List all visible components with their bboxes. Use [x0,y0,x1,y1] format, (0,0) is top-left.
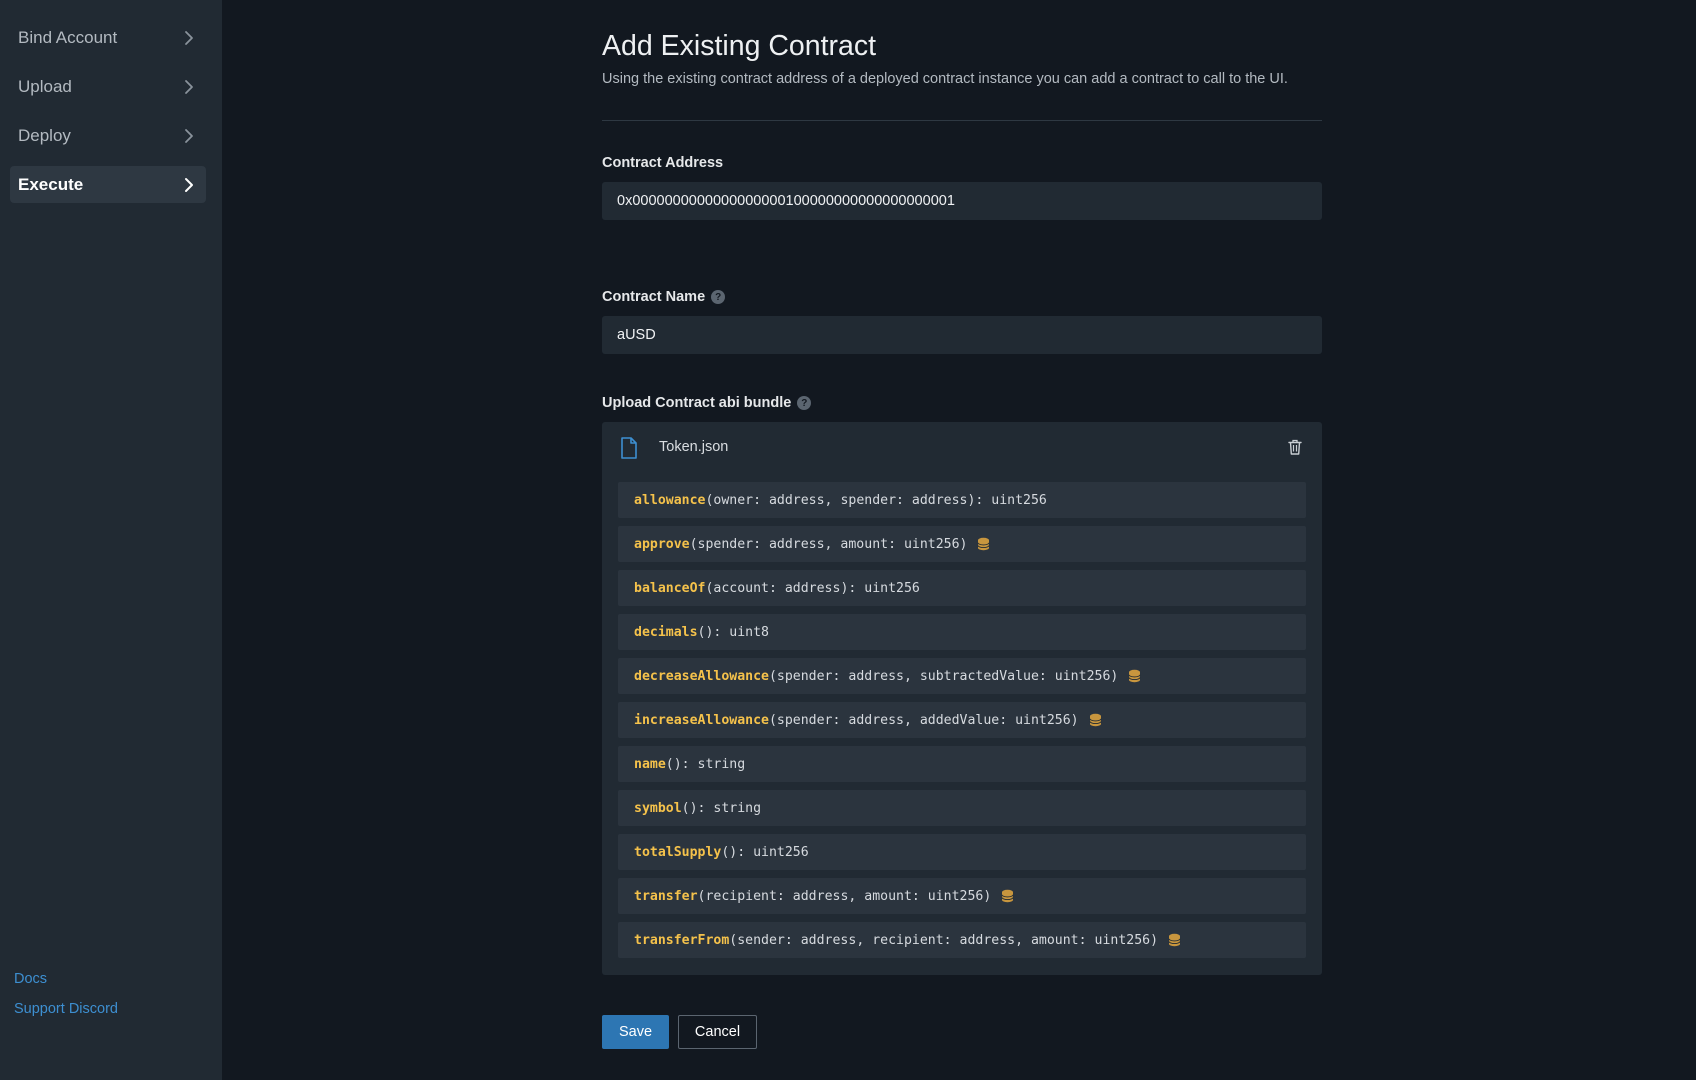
contract-address-input[interactable] [602,182,1322,220]
function-name: decimals [634,624,698,640]
sidebar-item-label: Upload [18,76,72,96]
function-row-balance-of[interactable]: balanceOf (account: address): uint256 [618,570,1306,606]
sidebar-item-bind-account[interactable]: Bind Account [10,19,206,56]
function-row-transfer[interactable]: transfer (recipient: address, amount: uin… [618,878,1306,914]
function-signature: (): string [665,756,746,772]
function-row-total-supply[interactable]: totalSupply (): uint256 [618,834,1306,870]
function-name: name [634,756,666,772]
function-row-approve[interactable]: approve (spender: address, amount: uint25… [618,526,1306,562]
function-signature: (account: address): uint256 [705,580,920,596]
function-row-allowance[interactable]: allowance (owner: address, spender: addre… [618,482,1306,518]
function-signature: (sender: address, recipient: address, am… [729,932,1159,948]
abi-bundle-label: Upload Contract abi bundle ? [602,395,812,411]
function-row-transfer-from[interactable]: transferFrom (sender: address, recipient:… [618,922,1306,958]
chevron-right-icon [182,30,196,45]
support-discord-link[interactable]: Support Discord [14,1001,118,1017]
file-icon [621,437,637,459]
save-button[interactable]: Save [602,1015,669,1049]
sidebar-item-deploy[interactable]: Deploy [10,117,206,154]
chevron-right-icon [182,128,196,143]
function-name: increaseAllowance [634,712,769,728]
abi-bundle-panel: Token.json allowance (owner: address, spe… [602,422,1322,975]
sidebar-item-label: Bind Account [18,27,118,47]
function-name: decreaseAllowance [634,668,769,684]
page-subtitle: Using the existing contract address of a… [602,71,1288,87]
function-row-decimals[interactable]: decimals (): uint8 [618,614,1306,650]
function-signature: (spender: address, addedValue: uint256) [768,712,1079,728]
page-title: Add Existing Contract [602,30,877,62]
help-icon[interactable]: ? [711,290,726,304]
cancel-button[interactable]: Cancel [678,1015,757,1049]
sidebar-item-execute[interactable]: Execute [10,166,206,203]
function-row-name[interactable]: name (): string [618,746,1306,782]
function-signature: (owner: address, spender: address): uint… [705,492,1047,508]
function-name: transferFrom [634,932,730,948]
contract-name-label-text: Contract Name [602,289,706,305]
function-name: transfer [634,888,698,904]
contract-name-label: Contract Name ? [602,289,726,305]
coins-icon [1001,889,1014,903]
coins-icon [1128,669,1141,683]
coins-icon [1168,933,1181,947]
contract-address-label-text: Contract Address [602,155,724,171]
coins-icon [977,537,990,551]
function-name: symbol [634,800,682,816]
file-name: Token.json [659,439,729,455]
contract-address-label: Contract Address [602,155,723,171]
trash-icon[interactable] [1288,439,1302,455]
function-signature: (): uint256 [721,844,809,860]
sidebar-item-upload[interactable]: Upload [10,68,206,105]
function-name: approve [634,536,690,552]
abi-bundle-label-text: Upload Contract abi bundle [602,395,792,411]
sidebar-item-label: Deploy [18,125,71,145]
function-row-decrease-allowance[interactable]: decreaseAllowance (spender: address, subt… [618,658,1306,694]
function-signature: (recipient: address, amount: uint256) [697,888,992,904]
sidebar-item-label: Execute [18,174,84,194]
help-icon[interactable]: ? [797,396,812,410]
function-row-symbol[interactable]: symbol (): string [618,790,1306,826]
chevron-right-icon [182,177,196,192]
function-row-increase-allowance[interactable]: increaseAllowance (spender: address, adde… [618,702,1306,738]
sidebar: Bind Account Upload Deploy Execute Docs … [0,0,222,1080]
contract-name-input[interactable] [602,316,1322,354]
uploaded-file-row: Token.json [602,422,1322,474]
function-signature: (spender: address, amount: uint256) [689,536,968,552]
function-name: allowance [634,492,706,508]
function-signature: (spender: address, subtractedValue: uint… [768,668,1119,684]
function-name: totalSupply [634,844,722,860]
chevron-right-icon [182,79,196,94]
function-signature: (): string [681,800,762,816]
divider [602,120,1322,121]
coins-icon [1089,713,1102,727]
docs-link[interactable]: Docs [14,971,47,987]
function-signature: (): uint8 [697,624,769,640]
function-name: balanceOf [634,580,706,596]
